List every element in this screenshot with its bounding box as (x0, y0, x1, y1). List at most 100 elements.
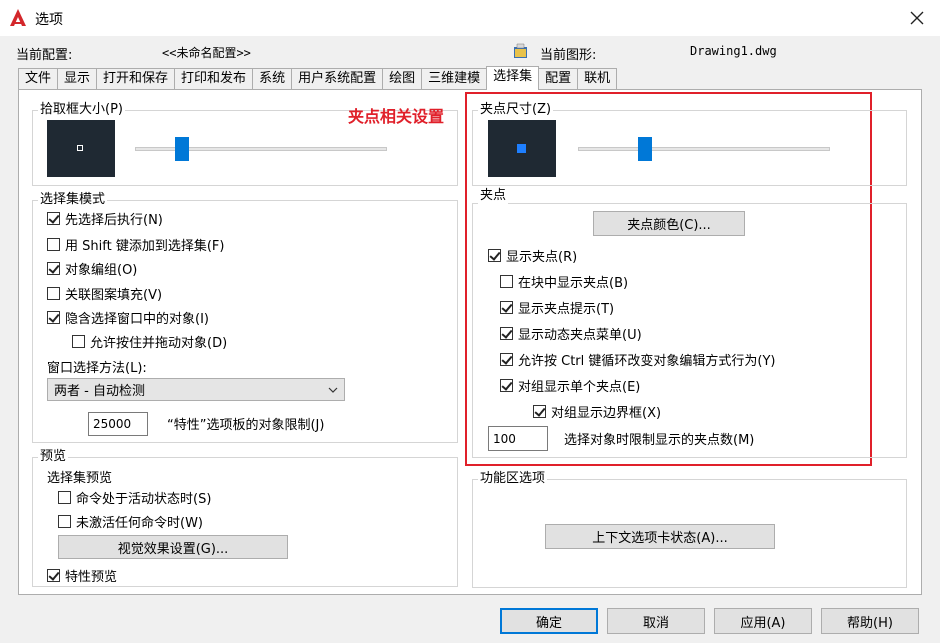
implied-windowing-checkbox-label: 隐含选择窗口中的对象(I) (65, 312, 209, 327)
properties-limit-label: “特性”选项板的对象限制(J) (167, 418, 325, 433)
checkbox-box (500, 275, 513, 288)
tab-plot-publish[interactable]: 打印和发布 (174, 68, 254, 90)
contextual-tab-states-button[interactable]: 上下文选项卡状态(A)... (545, 524, 775, 549)
preview-no-command-checkbox-label: 未激活任何命令时(W) (76, 516, 203, 531)
grip-tips-checkbox[interactable]: 显示夹点提示(T) (500, 298, 614, 317)
close-icon (910, 11, 924, 25)
grip-size-label: 夹点尺寸(Z) (478, 102, 554, 118)
checkbox-box (47, 238, 60, 251)
visual-effects-button[interactable]: 视觉效果设置(G)... (58, 535, 288, 559)
noun-verb-checkbox[interactable]: 先选择后执行(N) (47, 209, 163, 228)
checkbox-box (488, 249, 501, 262)
implied-windowing-checkbox[interactable]: 隐含选择窗口中的对象(I) (47, 308, 209, 327)
title-bar (0, 0, 940, 36)
cancel-button[interactable]: 取消 (607, 608, 705, 634)
property-preview-label: 特性预览 (65, 570, 118, 585)
dynamic-grip-menu-checkbox-label: 显示动态夹点菜单(U) (518, 328, 642, 343)
selection-modes-label: 选择集模式 (38, 192, 108, 208)
tab-system[interactable]: 系统 (252, 68, 293, 90)
checkbox-box (47, 262, 60, 275)
tab-strip: 文件 显示 打开和保存 打印和发布 系统 用户系统配置 绘图 三维建模 选择集 … (18, 66, 618, 90)
tab-3d-modeling[interactable]: 三维建模 (421, 68, 488, 90)
drawing-file-icon (512, 42, 530, 60)
pickbox-size-label: 拾取框大小(P) (38, 102, 125, 118)
tab-selection[interactable]: 选择集 (486, 66, 540, 90)
ribbon-options-label: 功能区选项 (478, 471, 548, 487)
current-drawing-value: Drawing1.dwg (690, 44, 777, 58)
grip-limit-input[interactable]: 100 (488, 426, 548, 451)
checkbox-box (58, 515, 71, 528)
selection-preview-label: 选择集预览 (47, 471, 113, 486)
window-method-dropdown[interactable]: 两者 - 自动检测 (47, 378, 345, 401)
tab-user-preferences[interactable]: 用户系统配置 (291, 68, 384, 90)
associative-hatch-checkbox[interactable]: 关联图案填充(V) (47, 284, 162, 303)
noun-verb-checkbox-label: 先选择后执行(N) (65, 213, 163, 228)
checkbox-box (533, 405, 546, 418)
object-grouping-checkbox[interactable]: 对象编组(O) (47, 259, 137, 278)
checkbox-box (500, 379, 513, 392)
press-drag-checkbox[interactable]: 允许按住并拖动对象(D) (72, 332, 227, 351)
tab-files[interactable]: 文件 (18, 68, 59, 90)
window-method-label: 窗口选择方法(L): (47, 361, 147, 376)
grips-label: 夹点 (478, 188, 509, 204)
ctrl-cycling-checkbox-label: 允许按 Ctrl 键循环改变对象编辑方式行为(Y) (518, 354, 776, 369)
chevron-down-icon (328, 387, 338, 393)
pickbox-slider-track[interactable] (135, 147, 387, 151)
checkbox-box (47, 212, 60, 225)
ok-button[interactable]: 确定 (500, 608, 598, 634)
preview-no-command-checkbox[interactable]: 未激活任何命令时(W) (58, 512, 203, 531)
checkbox-box (500, 301, 513, 314)
checkbox-box (500, 327, 513, 340)
shift-add-checkbox[interactable]: 用 Shift 键添加到选择集(F) (47, 235, 224, 254)
press-drag-checkbox-label: 允许按住并拖动对象(D) (90, 336, 228, 351)
checkbox-box (500, 353, 513, 366)
grip-size-slider-thumb[interactable] (637, 137, 652, 161)
ctrl-cycling-checkbox[interactable]: 允许按 Ctrl 键循环改变对象编辑方式行为(Y) (500, 350, 775, 369)
associative-hatch-checkbox-label: 关联图案填充(V) (65, 288, 163, 303)
apply-button[interactable]: 应用(A) (714, 608, 812, 634)
preview-label: 预览 (38, 449, 69, 465)
tab-profiles[interactable]: 配置 (538, 68, 579, 90)
window-title: 选项 (35, 12, 63, 28)
tab-drafting[interactable]: 绘图 (382, 68, 423, 90)
pickbox-slider-thumb[interactable] (175, 137, 190, 161)
grip-tips-checkbox-label: 显示夹点提示(T) (518, 302, 615, 317)
annotation-label: 夹点相关设置 (348, 107, 445, 126)
grips-in-blocks-checkbox[interactable]: 在块中显示夹点(B) (500, 272, 628, 291)
dynamic-grip-menu-checkbox[interactable]: 显示动态夹点菜单(U) (500, 324, 642, 343)
checkbox-box (47, 569, 60, 582)
window-method-value: 两者 - 自动检测 (54, 384, 145, 399)
preview-command-active-checkbox[interactable]: 命令处于活动状态时(S) (58, 488, 211, 507)
single-grip-groups-checkbox-label: 对组显示单个夹点(E) (518, 380, 641, 395)
single-grip-groups-checkbox[interactable]: 对组显示单个夹点(E) (500, 376, 640, 395)
autocad-logo-icon (8, 8, 28, 28)
pickbox-preview (47, 120, 115, 177)
object-grouping-checkbox-label: 对象编组(O) (65, 263, 138, 278)
current-config-label: 当前配置: (16, 48, 73, 63)
current-drawing-label: 当前图形: (540, 48, 597, 63)
pickbox-square-icon (77, 145, 83, 151)
bounding-box-groups-checkbox[interactable]: 对组显示边界框(X) (533, 402, 661, 421)
tab-open-save[interactable]: 打开和保存 (96, 68, 176, 90)
show-grips-checkbox[interactable]: 显示夹点(R) (488, 246, 577, 265)
help-button[interactable]: 帮助(H) (821, 608, 919, 634)
tab-online[interactable]: 联机 (577, 68, 618, 90)
grip-limit-label: 选择对象时限制显示的夹点数(M) (564, 433, 755, 448)
current-config-value: <<未命名配置>> (162, 46, 251, 60)
grip-colors-button[interactable]: 夹点颜色(C)... (593, 211, 745, 236)
preview-command-active-checkbox-label: 命令处于活动状态时(S) (76, 492, 212, 507)
shift-add-checkbox-label: 用 Shift 键添加到选择集(F) (65, 239, 225, 254)
grip-size-preview (488, 120, 556, 177)
grips-in-blocks-checkbox-label: 在块中显示夹点(B) (518, 276, 629, 291)
properties-limit-input[interactable]: 25000 (88, 412, 148, 436)
checkbox-box (72, 335, 85, 348)
tab-display[interactable]: 显示 (57, 68, 98, 90)
property-preview-checkbox[interactable]: 特性预览 (47, 566, 117, 585)
checkbox-box (58, 491, 71, 504)
checkbox-box (47, 311, 60, 324)
grip-size-slider-track[interactable] (578, 147, 830, 151)
grip-square-icon (517, 144, 526, 153)
close-button[interactable] (904, 6, 930, 30)
checkbox-box (47, 287, 60, 300)
bounding-box-groups-checkbox-label: 对组显示边界框(X) (551, 406, 662, 421)
